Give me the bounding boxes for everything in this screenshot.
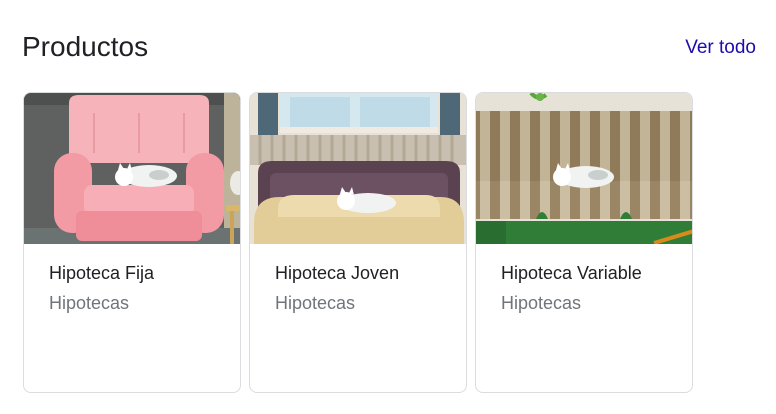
product-subtitle: Hipotecas bbox=[275, 293, 356, 313]
section-title: Productos bbox=[22, 31, 149, 62]
product-card-hipoteca-fija[interactable]: Hipoteca Fija Hipotecas bbox=[23, 92, 241, 393]
cat-on-striped-couch-image bbox=[476, 93, 692, 244]
product-subtitle: Hipotecas bbox=[501, 293, 582, 313]
see-all-link[interactable]: Ver todo bbox=[685, 36, 756, 60]
product-title: Hipoteca Joven bbox=[275, 263, 400, 283]
product-title: Hipoteca Fija bbox=[49, 263, 155, 283]
product-card-hipoteca-variable[interactable]: Hipoteca Variable Hipotecas bbox=[475, 92, 693, 393]
section-header: Productos Ver todo bbox=[22, 30, 756, 70]
cat-on-pink-armchair-image bbox=[24, 93, 240, 244]
product-carousel: Hipoteca Fija Hipotecas Hipoteca Joven H… bbox=[23, 92, 693, 393]
product-card-hipoteca-joven[interactable]: Hipoteca Joven Hipotecas bbox=[249, 92, 467, 393]
product-title: Hipoteca Variable bbox=[501, 263, 642, 283]
product-subtitle: Hipotecas bbox=[49, 293, 130, 313]
cat-on-bed-image bbox=[250, 93, 466, 244]
